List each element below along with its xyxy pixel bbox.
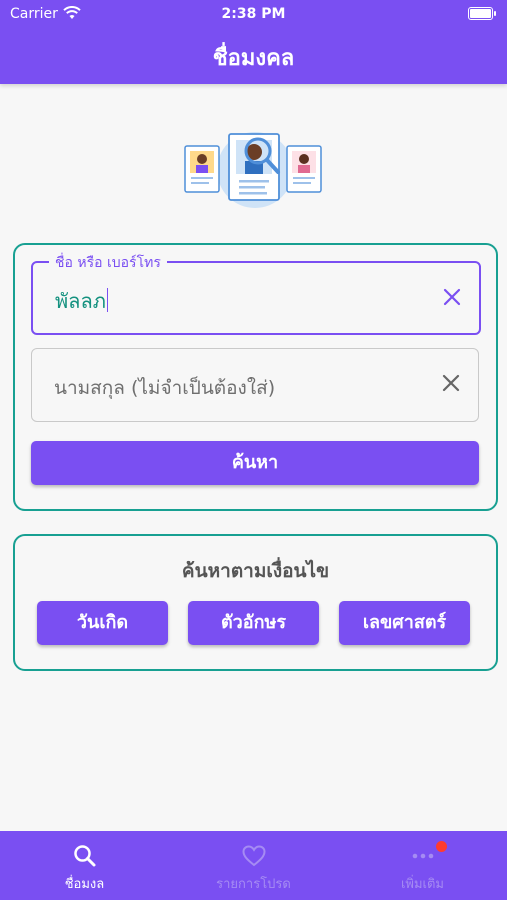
tab-favorites[interactable]: รายการโปรด	[169, 831, 338, 900]
tab-names-label: ชื่อมงล	[64, 877, 105, 892]
text-caret	[106, 288, 109, 312]
numerology-button[interactable]: เลขศาสตร์	[339, 601, 470, 645]
clock: 2:38 PM	[221, 6, 286, 22]
condition-search-title: ค้นหาตามเงื่อนไข	[181, 560, 330, 582]
birthday-button[interactable]: วันเกิด	[37, 601, 168, 645]
status-bar: Carrier 2:38 PM	[0, 0, 507, 28]
search-icon	[74, 845, 96, 867]
name-field-label: ชื่อ หรือ เบอร์โทร	[49, 252, 167, 274]
search-button[interactable]: ค้นหา	[31, 441, 479, 485]
tab-more-label: เพิ่มเติม	[400, 877, 445, 892]
surname-field[interactable]: นามสกุล (ไม่จำเป็นต้องใส่)	[31, 348, 479, 422]
name-input-value: พัลลภ	[55, 289, 106, 313]
surname-input[interactable]: นามสกุล (ไม่จำเป็นต้องใส่)	[54, 373, 275, 403]
notification-badge	[436, 841, 447, 852]
tab-bar: ชื่อมงล รายการโปรด เพิ่มเติม	[0, 831, 507, 900]
more-icon	[412, 853, 434, 859]
name-field[interactable]: ชื่อ หรือ เบอร์โทร พัลลภ	[31, 252, 481, 335]
tab-more[interactable]: เพิ่มเติม	[338, 831, 507, 900]
tab-names[interactable]: ชื่อมงล	[0, 831, 169, 900]
page-title: ชื่อมงคล	[212, 46, 295, 71]
name-input[interactable]: พัลลภ	[55, 285, 109, 317]
heart-icon	[242, 845, 266, 867]
people-search-illustration	[184, 132, 322, 208]
condition-search-card: ค้นหาตามเงื่อนไข วันเกิด ตัวอักษร เลขศาส…	[13, 534, 498, 671]
clear-name-icon[interactable]	[441, 286, 463, 308]
clear-surname-icon[interactable]	[440, 372, 462, 394]
battery-icon	[468, 7, 496, 20]
tab-favorites-label: รายการโปรด	[216, 877, 291, 892]
search-form-card: ชื่อ หรือ เบอร์โทร พัลลภ นามสกุล (ไม่จำเ…	[13, 243, 498, 511]
letters-button[interactable]: ตัวอักษร	[188, 601, 319, 645]
navigation-header: Carrier 2:38 PM ชื่อมงคล	[0, 0, 507, 84]
